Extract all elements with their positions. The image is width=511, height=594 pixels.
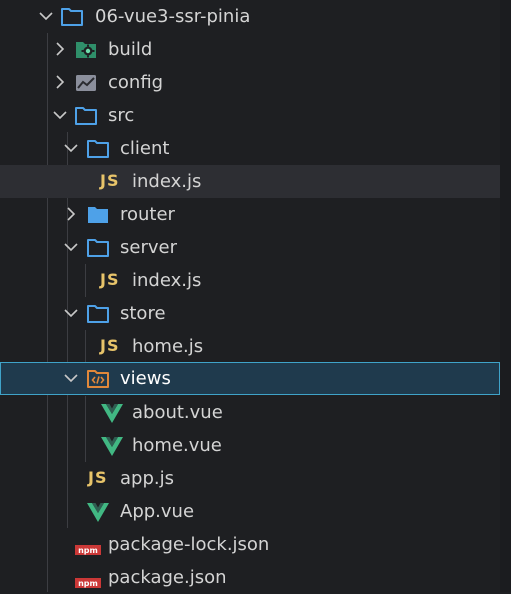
folder-views-icon	[86, 368, 110, 390]
vue-icon	[86, 501, 110, 523]
tree-row-package-lock-json[interactable]: npm package-lock.json	[0, 528, 500, 561]
javascript-icon: JS	[100, 171, 120, 190]
folder-closed-icon	[86, 204, 110, 226]
tree-row-home-vue[interactable]: home.vue	[0, 429, 500, 462]
npm-icon: npm	[75, 573, 101, 588]
tree-item-label: App.vue	[120, 501, 195, 522]
tree-item-label: client	[120, 138, 170, 159]
folder-config-icon	[74, 72, 98, 94]
tree-row-server-index-js[interactable]: JS index.js	[0, 264, 500, 297]
folder-open-icon	[86, 303, 110, 325]
tree-row-server-folder[interactable]: server	[0, 231, 500, 264]
chevron-down-icon[interactable]	[52, 107, 68, 123]
tree-item-label: server	[120, 237, 177, 258]
npm-icon-text: npm	[78, 579, 98, 588]
chevron-down-icon[interactable]	[38, 8, 54, 24]
chevron-down-icon[interactable]	[63, 239, 79, 255]
npm-icon-text: npm	[78, 546, 98, 555]
folder-open-icon	[74, 105, 98, 127]
tree-row-src-folder[interactable]: src	[0, 99, 500, 132]
tree-item-label: 06-vue3-ssr-pinia	[95, 6, 251, 27]
tree-item-label: index.js	[132, 171, 202, 192]
tree-row-root-folder[interactable]: 06-vue3-ssr-pinia	[0, 0, 500, 33]
folder-build-icon	[74, 39, 98, 61]
folder-open-icon	[86, 237, 110, 259]
tree-row-store-home-js[interactable]: JS home.js	[0, 330, 500, 363]
folder-open-icon	[60, 6, 84, 28]
tree-row-views-folder[interactable]: views	[0, 362, 500, 395]
vue-icon	[100, 435, 124, 457]
tree-item-label: src	[108, 105, 135, 126]
tree-item-label: package-lock.json	[108, 534, 270, 555]
tree-item-label: config	[108, 72, 164, 93]
tree-row-router-folder[interactable]: router	[0, 198, 500, 231]
tree-row-client-folder[interactable]: client	[0, 132, 500, 165]
tree-row-client-index-js[interactable]: JS index.js	[0, 165, 500, 198]
tree-row-store-folder[interactable]: store	[0, 297, 500, 330]
javascript-icon: JS	[88, 468, 108, 487]
tree-item-label: store	[120, 303, 166, 324]
tree-row-about-vue[interactable]: about.vue	[0, 396, 500, 429]
folder-open-icon	[86, 138, 110, 160]
tree-item-label: index.js	[132, 270, 202, 291]
scrollbar-track[interactable]	[500, 0, 511, 592]
tree-item-label: about.vue	[132, 402, 223, 423]
vue-icon	[100, 402, 124, 424]
tree-item-label: package.json	[108, 567, 227, 588]
javascript-icon: JS	[100, 270, 120, 289]
tree-item-label: home.vue	[132, 435, 222, 456]
tree-item-label: views	[120, 368, 171, 389]
tree-row-build-folder[interactable]: build	[0, 33, 500, 66]
tree-row-config-folder[interactable]: config	[0, 66, 500, 99]
chevron-down-icon[interactable]	[63, 140, 79, 156]
chevron-down-icon[interactable]	[63, 305, 79, 321]
javascript-icon: JS	[100, 336, 120, 355]
chevron-down-icon[interactable]	[63, 370, 79, 386]
tree-item-label: home.js	[132, 336, 204, 357]
tree-item-label: build	[108, 39, 153, 60]
tree-item-label: app.js	[120, 468, 174, 489]
tree-item-label: router	[120, 204, 175, 225]
chevron-right-icon[interactable]	[52, 41, 68, 57]
tree-row-app-vue[interactable]: App.vue	[0, 495, 500, 528]
npm-icon: npm	[75, 540, 101, 555]
chevron-right-icon[interactable]	[52, 74, 68, 90]
file-explorer-tree: 06-vue3-ssr-pinia build config src clien…	[0, 0, 511, 592]
chevron-right-icon[interactable]	[63, 206, 79, 222]
tree-row-package-json[interactable]: npm package.json	[0, 561, 500, 594]
tree-row-app-js[interactable]: JS app.js	[0, 462, 500, 495]
